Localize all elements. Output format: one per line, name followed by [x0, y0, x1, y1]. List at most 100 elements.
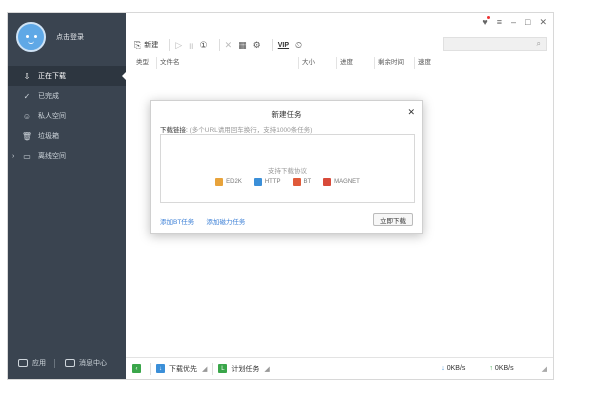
divider — [218, 39, 220, 51]
dialog-title: 新建任务 — [271, 110, 302, 119]
search-input[interactable]: ⌕ — [443, 37, 547, 51]
protocol-list: ED2K HTTP BT MAGNET — [161, 178, 414, 186]
sidebar-item-completed[interactable]: ✓ 已完成 — [8, 86, 126, 106]
upload-speed-value: 0KB/s — [494, 365, 514, 372]
up-arrow-icon: ↑ — [489, 365, 493, 372]
apps-icon — [18, 359, 28, 367]
collapse-icon[interactable]: ‹ — [132, 364, 141, 373]
protocol-label: HTTP — [264, 179, 281, 185]
vip-label: VIP — [277, 41, 290, 49]
schedule-icon: L — [218, 364, 228, 373]
chevron-down-icon[interactable]: ◢ — [202, 365, 207, 373]
divider — [150, 362, 151, 375]
message-icon — [65, 359, 75, 367]
download-speed-value: 0KB/s — [446, 365, 466, 372]
sidebar-item-label: 正在下载 — [38, 73, 66, 80]
sidebar-item-label: 私人空间 — [38, 113, 66, 120]
new-task-button[interactable]: ⎘ 新建 — [134, 40, 158, 51]
cloud-folder-icon: ▭ — [23, 151, 31, 161]
skin-icon[interactable]: ♥ — [482, 16, 490, 28]
delete-icon[interactable]: ✕ — [225, 40, 233, 51]
new-task-dialog: 新建任务 ✕ 下载链接: (多个URL请用回车换行，支持1000条任务) 支持下… — [150, 100, 423, 234]
column-progress[interactable]: 进度 — [336, 57, 374, 69]
add-magnet-task-link[interactable]: 添加磁力任务 — [206, 216, 245, 226]
divider — [169, 39, 171, 51]
grid-icon[interactable]: ▦ — [238, 40, 247, 51]
message-center-button[interactable]: 消息中心 — [65, 358, 107, 368]
column-type[interactable]: 类型 — [126, 57, 156, 69]
sidebar-item-label: 已完成 — [38, 93, 59, 100]
sidebar-item-downloading[interactable]: ⇩ 正在下载 — [8, 66, 127, 86]
add-bt-task-link[interactable]: 添加BT任务 — [160, 216, 194, 226]
sidebar-item-trash[interactable]: 🗑 垃圾箱 — [8, 126, 126, 146]
chevron-right-icon[interactable]: › — [12, 153, 14, 160]
protocol-magnet: MAGNET — [323, 178, 360, 186]
bt-icon — [292, 178, 301, 186]
new-file-icon: ⎘ — [134, 39, 142, 50]
user-area[interactable]: 点击登录 — [16, 21, 84, 53]
pause-icon[interactable]: ॥ — [188, 39, 193, 52]
protocol-label: MAGNET — [334, 179, 360, 185]
divider — [271, 39, 273, 51]
login-link[interactable]: 点击登录 — [56, 32, 84, 42]
close-icon[interactable]: ✕ — [539, 17, 547, 28]
minimize-icon[interactable]: – — [511, 17, 516, 28]
avatar[interactable] — [16, 22, 46, 52]
magnet-icon — [323, 178, 332, 186]
sidebar-item-label: 垃圾箱 — [38, 133, 59, 140]
sidebar-nav: ⇩ 正在下载 ✓ 已完成 ☺ 私人空间 🗑 垃圾箱 › ▭ 离线空间 — [8, 66, 127, 166]
new-label: 新建 — [144, 42, 159, 49]
ed2k-icon — [215, 178, 224, 186]
table-header: 类型 文件名 大小 进度 剩余时间 速度 — [126, 57, 553, 69]
resize-grip-icon[interactable]: ◢ — [542, 365, 547, 373]
menu-icon[interactable]: ≡ — [497, 17, 502, 28]
settings-icon[interactable]: ⚙ — [253, 40, 261, 51]
vip-button[interactable]: VIP — [278, 42, 289, 49]
maximize-icon[interactable]: □ — [525, 17, 530, 28]
download-speed: ↓ 0KB/s — [441, 365, 465, 372]
sidebar-item-offline[interactable]: › ▭ 离线空间 — [8, 146, 126, 166]
link-label-row: 下载链接: (多个URL请用回车换行，支持1000条任务) — [160, 124, 312, 134]
download-icon: ⇩ — [23, 71, 31, 81]
close-icon[interactable]: ✕ — [407, 107, 415, 118]
timer-icon[interactable]: ⏲ — [295, 40, 302, 51]
toolbar: ⎘ 新建 ▷ ॥ ① ✕ ▦ ⚙ VIP ⏲ — [134, 36, 308, 54]
url-textarea[interactable]: 支持下载协议 ED2K HTTP BT MAGNET — [160, 134, 415, 203]
protocol-ed2k: ED2K — [215, 178, 242, 186]
search-icon[interactable]: ⌕ — [537, 39, 541, 49]
apps-label: 应用 — [32, 360, 46, 367]
sidebar-bottom: 应用 消息中心 — [8, 355, 126, 371]
check-circle-icon: ✓ — [23, 91, 31, 101]
trash-icon: 🗑 — [21, 131, 33, 141]
download-priority-button[interactable]: 下载优先 — [169, 364, 197, 374]
start-download-button[interactable]: 立即下载 — [373, 213, 413, 226]
link-hint: (多个URL请用回车换行，支持1000条任务) — [189, 127, 313, 134]
chevron-down-icon[interactable]: ◢ — [264, 365, 269, 373]
play-icon[interactable]: ▷ — [175, 40, 182, 51]
priority-icon[interactable]: ① — [200, 40, 208, 51]
column-filename[interactable]: 文件名 — [156, 57, 298, 69]
priority-download-icon: ↓ — [156, 364, 165, 373]
http-icon — [253, 178, 262, 186]
divider — [54, 358, 55, 368]
column-size[interactable]: 大小 — [298, 57, 336, 69]
window-controls: ♥ ≡ – □ ✕ — [482, 16, 547, 28]
messages-label: 消息中心 — [79, 360, 107, 367]
protocols-title: 支持下载协议 — [268, 168, 307, 175]
link-label: 下载链接: — [160, 127, 188, 134]
sidebar-item-label: 离线空间 — [38, 153, 66, 160]
column-remaining[interactable]: 剩余时间 — [374, 57, 414, 69]
person-lock-icon: ☺ — [22, 111, 32, 121]
protocol-label: BT — [303, 179, 312, 185]
upload-speed: ↑ 0KB/s — [489, 365, 513, 372]
down-arrow-icon: ↓ — [441, 365, 445, 372]
divider — [212, 362, 214, 375]
apps-button[interactable]: 应用 — [18, 358, 46, 368]
dialog-links: 添加BT任务 添加磁力任务 — [160, 216, 245, 226]
sidebar: 点击登录 ⇩ 正在下载 ✓ 已完成 ☺ 私人空间 🗑 垃圾箱 › ▭ 离线空间 … — [8, 13, 127, 379]
column-speed[interactable]: 速度 — [414, 57, 454, 69]
protocol-http: HTTP — [253, 178, 281, 186]
scheduled-task-button[interactable]: 计划任务 — [231, 364, 259, 374]
status-bar: ‹ ↓ 下载优先 ◢ L 计划任务 ◢ ↓ 0KB/s ↑ 0KB/s ◢ — [126, 357, 553, 379]
sidebar-item-private[interactable]: ☺ 私人空间 — [8, 106, 126, 126]
